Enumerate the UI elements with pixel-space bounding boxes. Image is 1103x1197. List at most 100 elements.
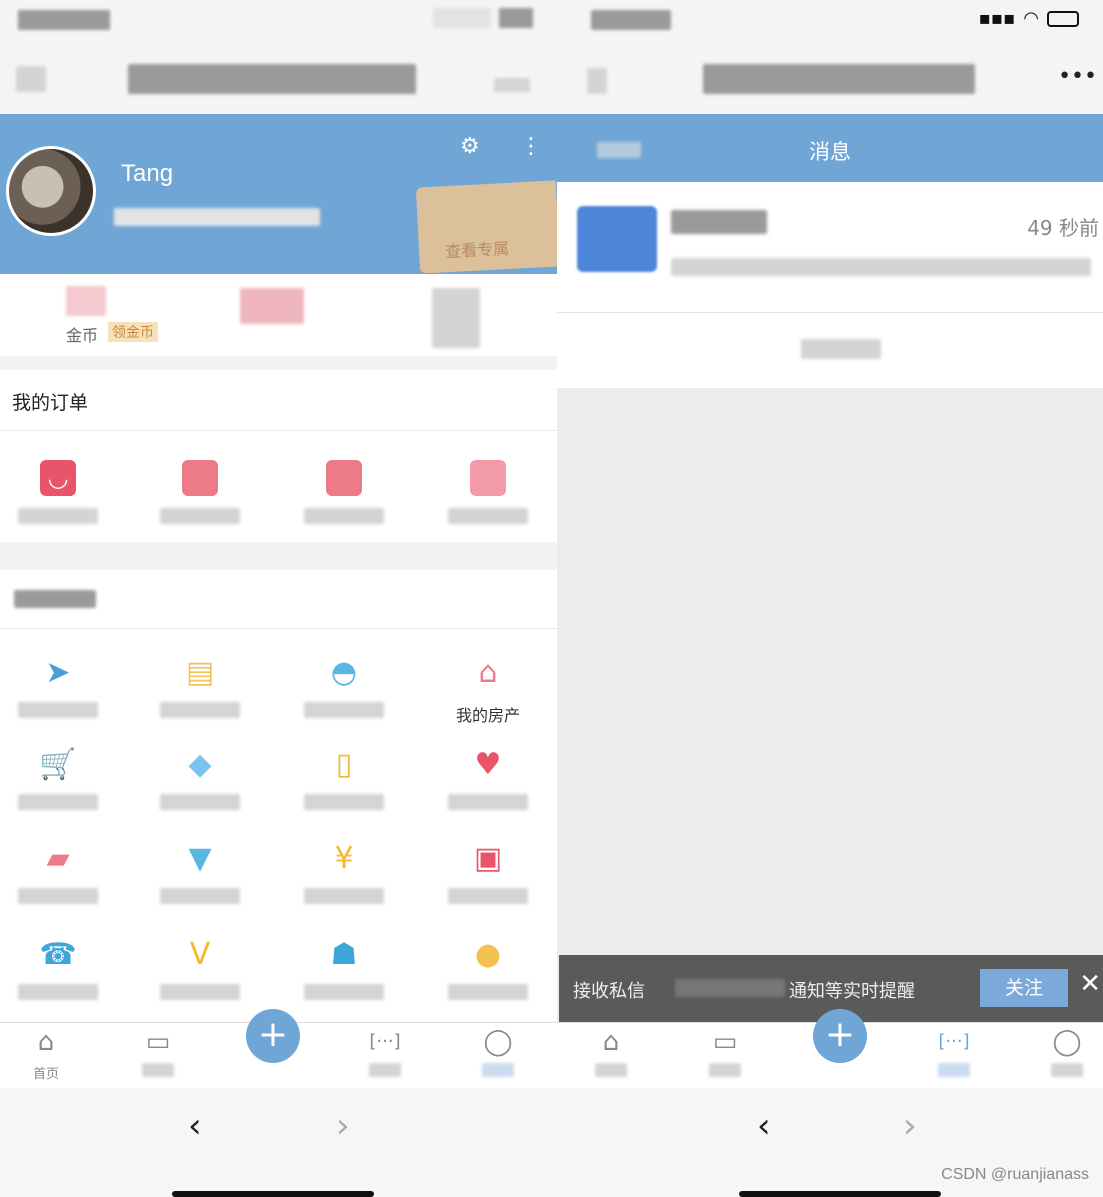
paper-plane-icon: ➤: [45, 654, 71, 690]
signal-icon: ▪▪▪: [978, 8, 1016, 29]
order-pending-review[interactable]: [438, 460, 538, 526]
order-pending-ship[interactable]: [150, 460, 250, 526]
message-sender: [671, 210, 767, 234]
service-label: [8, 794, 108, 812]
service-item[interactable]: ⌂ 我的房产: [438, 654, 538, 726]
service-item[interactable]: ▼: [150, 840, 250, 906]
home-icon: ⌂: [37, 1027, 55, 1057]
more-vertical-icon[interactable]: ⋮: [520, 134, 542, 159]
service-item[interactable]: ¥: [294, 840, 394, 906]
ticket-icon: ¥: [334, 840, 354, 876]
plus-icon: +: [824, 1014, 856, 1055]
order-label: [438, 508, 538, 526]
status-bar: [0, 0, 557, 38]
order-label: [150, 508, 250, 526]
tab-home[interactable]: ⌂: [571, 1027, 651, 1081]
service-label: [438, 888, 538, 906]
orders-title: 我的订单: [12, 392, 89, 414]
nav-bar: •••: [557, 38, 1103, 114]
orders-section: 我的订单 ◡: [0, 370, 557, 542]
status-icons: ▪▪▪ ◠: [979, 8, 1079, 29]
tab-bar: ⌂ 首页 ▭ + [···] ◯: [0, 1009, 557, 1088]
service-item[interactable]: ☎: [8, 936, 108, 1002]
service-item[interactable]: ▣: [438, 840, 538, 906]
service-item[interactable]: 🛒: [8, 746, 108, 812]
follow-text: 接收私信: [573, 981, 645, 1002]
service-item[interactable]: ☗: [294, 936, 394, 1002]
follow-text-2: 通知等实时提醒: [789, 981, 915, 1002]
user-icon: ●: [474, 936, 502, 972]
shop-icon: ▭: [712, 1027, 738, 1057]
status-time: [591, 10, 671, 30]
tab-message[interactable]: [···]: [914, 1027, 994, 1081]
service-item[interactable]: ◓: [294, 654, 394, 720]
tab-label: [345, 1063, 425, 1081]
message-time: 49 秒前: [1027, 216, 1099, 240]
tab-shop[interactable]: ▭: [118, 1027, 198, 1081]
coin-icon: [66, 286, 106, 316]
service-item[interactable]: ▯: [294, 746, 394, 812]
phone-icon: ☎: [39, 936, 77, 972]
gift-icon: ▣: [473, 840, 503, 876]
tab-home[interactable]: ⌂ 首页: [6, 1027, 86, 1082]
coin-label: 金币: [66, 326, 99, 345]
service-item[interactable]: ▤: [150, 654, 250, 720]
back-button[interactable]: [16, 66, 46, 92]
browser-forward-icon[interactable]: ›: [903, 1106, 917, 1146]
tab-label: [458, 1063, 538, 1081]
profile-header: Tang ⚙ ⋮ 查看专属: [0, 114, 557, 274]
service-label: [8, 984, 108, 1002]
browser-back-icon[interactable]: ‹: [757, 1106, 771, 1146]
tab-profile[interactable]: ◯: [1027, 1027, 1103, 1081]
cart-icon: 🛒: [39, 746, 77, 782]
tab-bar: ⌂ ▭ + [···] ◯: [557, 1009, 1103, 1088]
battery-icon: [499, 8, 533, 28]
get-coin-button[interactable]: 领金币: [108, 322, 158, 342]
service-item[interactable]: ●: [438, 936, 538, 1002]
more-horizontal-icon[interactable]: •••: [1058, 64, 1097, 89]
services-title: [14, 590, 96, 608]
tab-publish-button[interactable]: +: [813, 1009, 867, 1063]
service-item[interactable]: V: [150, 936, 250, 1002]
view-exclusive-button[interactable]: 查看专属: [415, 180, 557, 274]
battery-icon: [1047, 10, 1079, 27]
tab-message[interactable]: [···]: [345, 1027, 425, 1081]
heart-icon: ♥: [474, 746, 502, 782]
message-list-item[interactable]: 49 秒前: [557, 182, 1103, 312]
door-icon: ▯: [335, 746, 353, 782]
tab-publish-button[interactable]: +: [246, 1009, 300, 1063]
coin-row: 金币 领金币: [0, 274, 557, 356]
tab-profile[interactable]: ◯: [458, 1027, 538, 1081]
wallet-icon[interactable]: [432, 288, 480, 348]
wifi-icon: ◠: [1023, 8, 1039, 29]
order-pending-pay[interactable]: ◡: [8, 460, 108, 526]
service-item[interactable]: ▰: [8, 840, 108, 906]
back-button[interactable]: [587, 68, 607, 94]
tab-label: [571, 1063, 651, 1081]
follow-button[interactable]: 关注: [980, 969, 1068, 1007]
shirt-icon: ▼: [188, 840, 212, 876]
browser-back-icon[interactable]: ‹: [188, 1106, 202, 1146]
browser-forward-icon[interactable]: ›: [336, 1106, 350, 1146]
services-divider: [0, 628, 557, 629]
status-bar: ▪▪▪ ◠: [557, 0, 1103, 38]
diamond-icon: ◆: [188, 746, 212, 782]
nav-more-button[interactable]: [494, 78, 530, 92]
tab-label: [685, 1063, 765, 1081]
service-item[interactable]: ➤: [8, 654, 108, 720]
order-pending-receive[interactable]: [294, 460, 394, 526]
service-icon: ☗: [330, 936, 358, 972]
service-label: [150, 702, 250, 720]
close-icon[interactable]: ✕: [1079, 969, 1101, 999]
tab-shop[interactable]: ▭: [685, 1027, 765, 1081]
service-label: 我的房产: [455, 706, 520, 725]
service-item[interactable]: ◆: [150, 746, 250, 812]
house-icon: ⌂: [478, 654, 498, 690]
no-more-label: [801, 339, 881, 359]
coupon-icon[interactable]: [240, 288, 304, 324]
gear-icon[interactable]: ⚙: [460, 134, 480, 159]
status-time: [18, 10, 110, 30]
vip-icon: V: [189, 936, 211, 972]
avatar[interactable]: [6, 146, 96, 236]
service-item[interactable]: ♥: [438, 746, 538, 812]
